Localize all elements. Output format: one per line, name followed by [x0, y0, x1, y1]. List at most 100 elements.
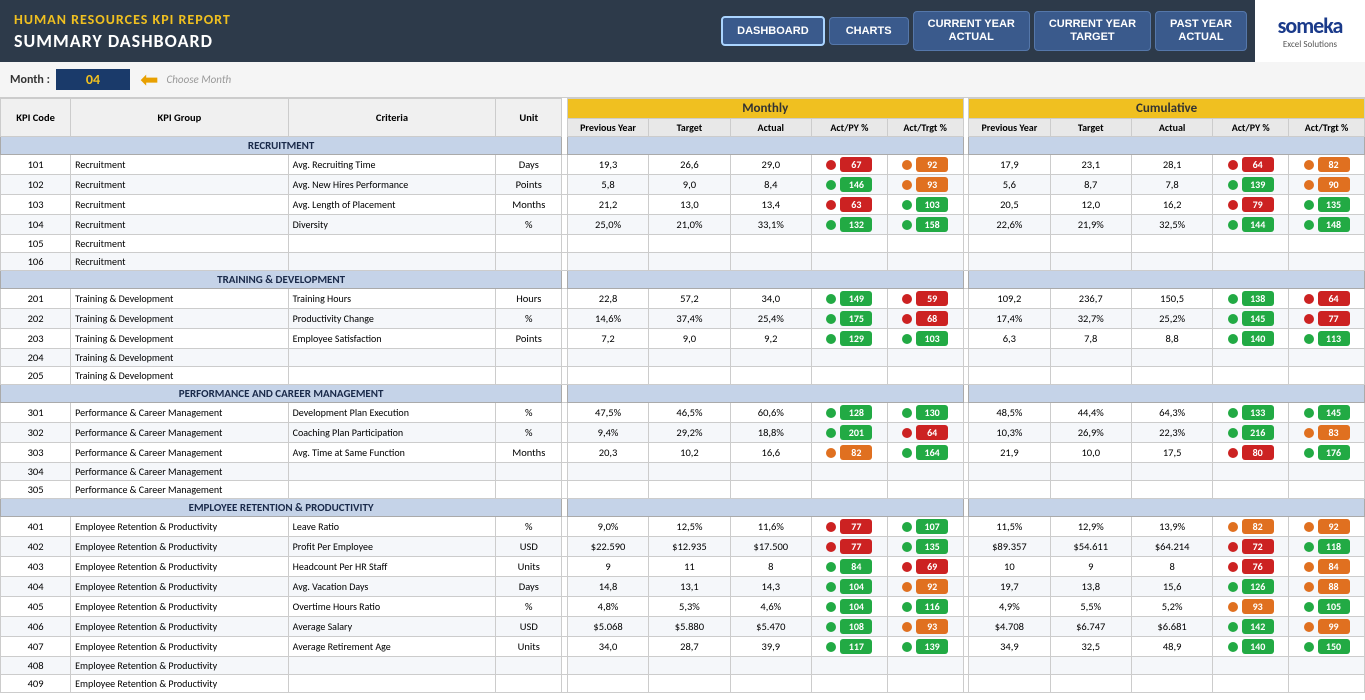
- row-group: Employee Retention & Productivity: [71, 557, 288, 577]
- row-m-atgt: 92: [887, 577, 963, 597]
- row-c-prev: $89.357: [969, 537, 1050, 557]
- table-row: 301 Performance & Career Management Deve…: [1, 403, 1365, 423]
- month-label: Month :: [10, 73, 50, 87]
- row-c-prev: 10,3%: [969, 423, 1050, 443]
- row-m-atgt: 93: [887, 617, 963, 637]
- row-c-atgt: 64: [1289, 289, 1365, 309]
- row-c-atgt: 90: [1289, 175, 1365, 195]
- row-c-tgt: [1050, 463, 1131, 481]
- row-m-apy: 84: [811, 557, 887, 577]
- row-criteria: Headcount Per HR Staff: [288, 557, 496, 577]
- row-c-apy: 76: [1213, 557, 1289, 577]
- app-title: HUMAN RESOURCES KPI REPORT: [14, 11, 699, 28]
- row-m-tgt: [649, 235, 730, 253]
- row-unit: Points: [496, 175, 562, 195]
- kpi-table: KPI Code KPI Group Criteria Unit Monthly…: [0, 98, 1365, 693]
- current-year-target-button[interactable]: CURRENT YEARTARGET: [1034, 11, 1151, 51]
- row-criteria: Profit Per Employee: [288, 537, 496, 557]
- row-c-act: 8: [1131, 557, 1212, 577]
- row-c-prev: 10: [969, 557, 1050, 577]
- row-unit: [496, 657, 562, 675]
- sub-apy-m: Act/PY %: [811, 119, 887, 137]
- row-m-tgt: 9,0: [649, 175, 730, 195]
- row-c-tgt: 12,0: [1050, 195, 1131, 215]
- row-c-act: 64,3%: [1131, 403, 1212, 423]
- row-m-act: 18,8%: [730, 423, 811, 443]
- table-row: 101 Recruitment Avg. Recruiting Time Day…: [1, 155, 1365, 175]
- row-c-apy: 145: [1213, 309, 1289, 329]
- past-year-actual-button[interactable]: PAST YEARACTUAL: [1155, 11, 1247, 51]
- row-m-tgt: 11: [649, 557, 730, 577]
- row-unit: [496, 349, 562, 367]
- row-c-atgt: [1289, 675, 1365, 693]
- row-c-prev: [969, 481, 1050, 499]
- row-c-prev: 22,6%: [969, 215, 1050, 235]
- col-unit: Unit: [496, 99, 562, 137]
- row-m-act: 25,4%: [730, 309, 811, 329]
- row-m-atgt: 103: [887, 195, 963, 215]
- row-c-tgt: 23,1: [1050, 155, 1131, 175]
- row-criteria: [288, 675, 496, 693]
- row-criteria: Leave Ratio: [288, 517, 496, 537]
- row-unit: %: [496, 423, 562, 443]
- row-group: Performance & Career Management: [71, 481, 288, 499]
- sub-actual-m: Actual: [730, 119, 811, 137]
- row-group: Training & Development: [71, 309, 288, 329]
- row-m-prev: [567, 235, 648, 253]
- row-unit: [496, 253, 562, 271]
- table-row: 106 Recruitment: [1, 253, 1365, 271]
- row-code: 305: [1, 481, 71, 499]
- row-c-act: $64.214: [1131, 537, 1212, 557]
- month-value: 04: [56, 69, 130, 90]
- row-c-act: 8,8: [1131, 329, 1212, 349]
- row-group: Recruitment: [71, 253, 288, 271]
- row-unit: %: [496, 517, 562, 537]
- row-code: 407: [1, 637, 71, 657]
- table-row: 403 Employee Retention & Productivity He…: [1, 557, 1365, 577]
- table-row: 201 Training & Development Training Hour…: [1, 289, 1365, 309]
- row-c-atgt: [1289, 367, 1365, 385]
- dashboard-button[interactable]: DASHBOARD: [721, 16, 825, 46]
- row-group: Training & Development: [71, 367, 288, 385]
- table-row: 204 Training & Development: [1, 349, 1365, 367]
- row-m-act: [730, 657, 811, 675]
- row-m-apy: 146: [811, 175, 887, 195]
- row-unit: Points: [496, 329, 562, 349]
- row-criteria: [288, 367, 496, 385]
- charts-button[interactable]: CHARTS: [829, 17, 909, 45]
- row-c-apy: [1213, 349, 1289, 367]
- row-m-prev: 21,2: [567, 195, 648, 215]
- row-m-apy: 117: [811, 637, 887, 657]
- table-row: 203 Training & Development Employee Sati…: [1, 329, 1365, 349]
- row-code: 401: [1, 517, 71, 537]
- table-row: 303 Performance & Career Management Avg.…: [1, 443, 1365, 463]
- row-c-prev: [969, 657, 1050, 675]
- row-m-tgt: 5,3%: [649, 597, 730, 617]
- table-row: 304 Performance & Career Management: [1, 463, 1365, 481]
- row-c-tgt: 32,5: [1050, 637, 1131, 657]
- row-code: 101: [1, 155, 71, 175]
- table-row: 305 Performance & Career Management: [1, 481, 1365, 499]
- row-c-tgt: 32,7%: [1050, 309, 1131, 329]
- row-c-apy: 72: [1213, 537, 1289, 557]
- row-group: Recruitment: [71, 215, 288, 235]
- row-c-act: [1131, 675, 1212, 693]
- row-m-act: [730, 349, 811, 367]
- current-year-actual-button[interactable]: CURRENT YEARACTUAL: [913, 11, 1030, 51]
- row-c-act: [1131, 481, 1212, 499]
- row-c-tgt: 21,9%: [1050, 215, 1131, 235]
- sub-prev-year-m: Previous Year: [567, 119, 648, 137]
- row-c-act: $6.681: [1131, 617, 1212, 637]
- row-c-tgt: $6.747: [1050, 617, 1131, 637]
- row-m-tgt: [649, 367, 730, 385]
- table-row: 102 Recruitment Avg. New Hires Performan…: [1, 175, 1365, 195]
- row-m-act: 8,4: [730, 175, 811, 195]
- table-row: 404 Employee Retention & Productivity Av…: [1, 577, 1365, 597]
- table-row: 202 Training & Development Productivity …: [1, 309, 1365, 329]
- row-criteria: Avg. New Hires Performance: [288, 175, 496, 195]
- row-c-act: 25,2%: [1131, 309, 1212, 329]
- row-c-atgt: 148: [1289, 215, 1365, 235]
- row-m-atgt: 116: [887, 597, 963, 617]
- row-m-tgt: 28,7: [649, 637, 730, 657]
- row-m-apy: 175: [811, 309, 887, 329]
